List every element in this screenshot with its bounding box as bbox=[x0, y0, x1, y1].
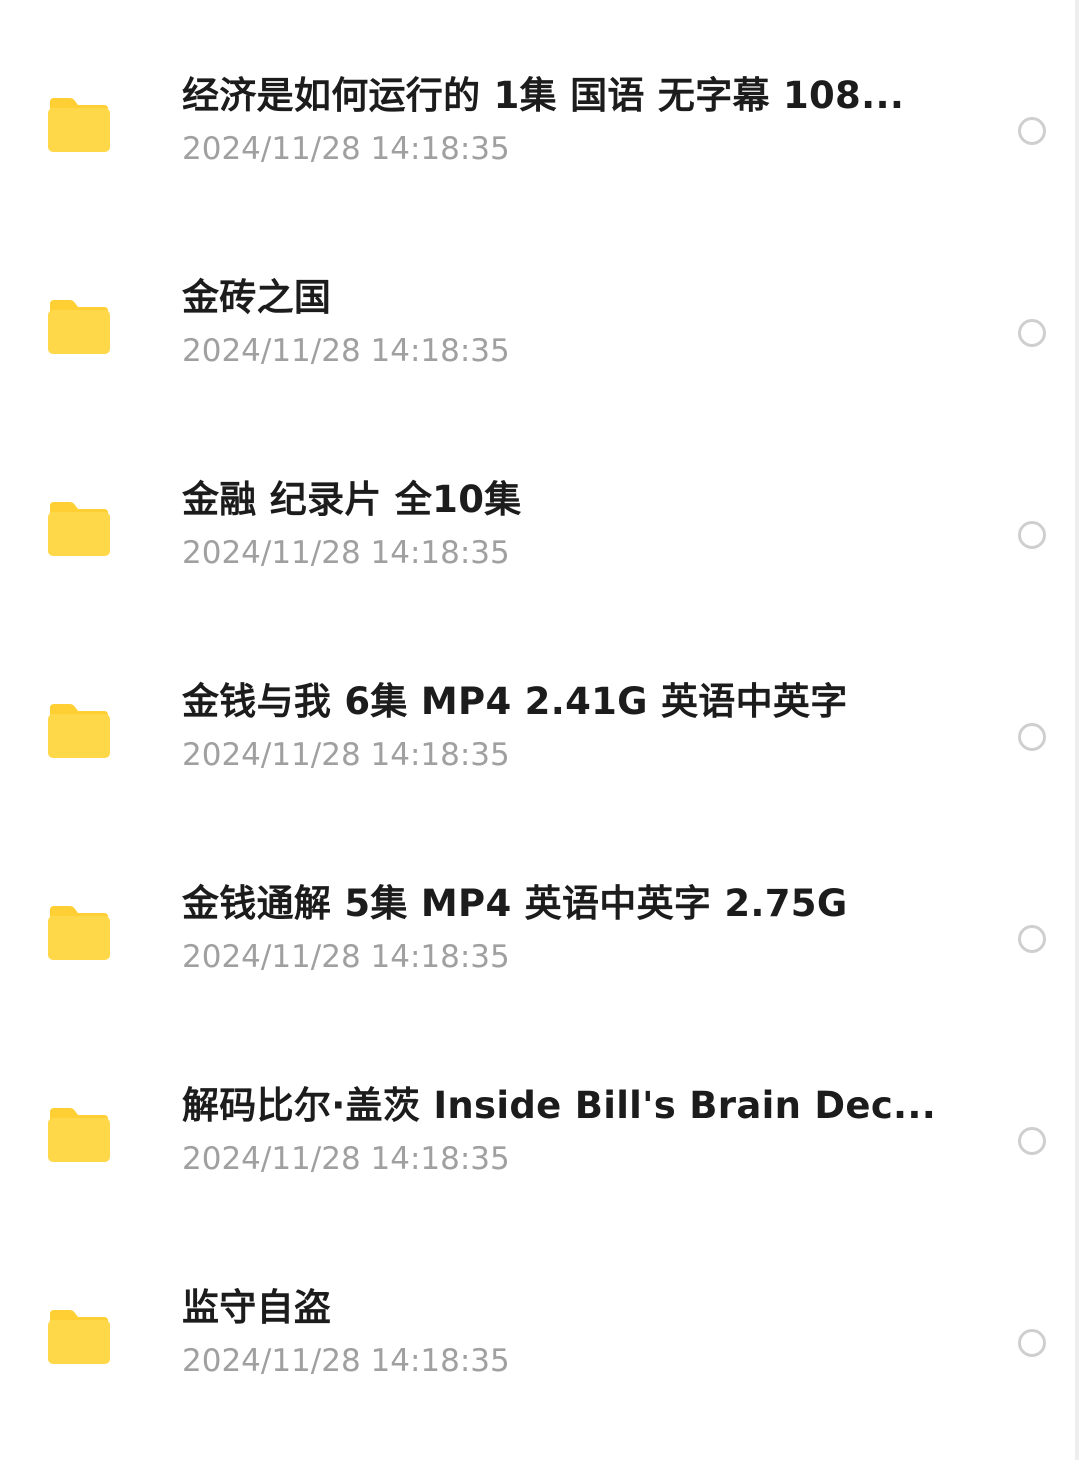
folder-icon bbox=[46, 1308, 110, 1366]
file-list-item[interactable]: 经济是如何运行的 1集 国语 无字幕 108... 2024/11/28 14:… bbox=[0, 26, 1075, 228]
folder-icon bbox=[46, 1106, 110, 1164]
file-info: 经济是如何运行的 1集 国语 无字幕 108... 2024/11/28 14:… bbox=[182, 69, 972, 169]
folder-icon bbox=[46, 96, 110, 154]
file-date: 2024/11/28 14:18:35 bbox=[182, 131, 510, 167]
file-date: 2024/11/28 14:18:35 bbox=[182, 1141, 510, 1177]
file-list-item[interactable]: 金钱与我 6集 MP4 2.41G 英语中英字 2024/11/28 14:18… bbox=[0, 632, 1075, 834]
file-name: 经济是如何运行的 1集 国语 无字幕 108... bbox=[182, 74, 905, 117]
select-radio-icon[interactable] bbox=[1018, 925, 1046, 953]
file-info: 金融 纪录片 全10集 2024/11/28 14:18:35 bbox=[182, 473, 972, 573]
file-list-item[interactable]: 金砖之国 2024/11/28 14:18:35 bbox=[0, 228, 1075, 430]
file-info: 金钱通解 5集 MP4 英语中英字 2.75G 2024/11/28 14:18… bbox=[182, 877, 972, 977]
file-info: 监守自盗 2024/11/28 14:18:35 bbox=[182, 1281, 972, 1381]
file-date: 2024/11/28 14:18:35 bbox=[182, 333, 510, 369]
file-date: 2024/11/28 14:18:35 bbox=[182, 1343, 510, 1379]
folder-icon bbox=[46, 298, 110, 356]
file-name: 金钱与我 6集 MP4 2.41G 英语中英字 bbox=[182, 680, 848, 723]
file-name: 解码比尔·盖茨 Inside Bill's Brain Dec... bbox=[182, 1084, 937, 1127]
folder-icon bbox=[46, 500, 110, 558]
file-list: 经济是如何运行的 1集 国语 无字幕 108... 2024/11/28 14:… bbox=[0, 26, 1075, 1440]
select-radio-icon[interactable] bbox=[1018, 319, 1046, 347]
file-name: 监守自盗 bbox=[182, 1286, 332, 1329]
file-name: 金钱通解 5集 MP4 英语中英字 2.75G bbox=[182, 882, 848, 925]
file-date: 2024/11/28 14:18:35 bbox=[182, 535, 510, 571]
file-date: 2024/11/28 14:18:35 bbox=[182, 939, 510, 975]
file-info: 金钱与我 6集 MP4 2.41G 英语中英字 2024/11/28 14:18… bbox=[182, 675, 972, 775]
right-edge-divider bbox=[1075, 0, 1079, 1460]
file-date: 2024/11/28 14:18:35 bbox=[182, 737, 510, 773]
select-radio-icon[interactable] bbox=[1018, 117, 1046, 145]
file-list-item[interactable]: 金钱通解 5集 MP4 英语中英字 2.75G 2024/11/28 14:18… bbox=[0, 834, 1075, 1036]
folder-icon bbox=[46, 904, 110, 962]
file-info: 解码比尔·盖茨 Inside Bill's Brain Dec... 2024/… bbox=[182, 1079, 972, 1179]
file-name: 金融 纪录片 全10集 bbox=[182, 478, 522, 521]
file-list-item[interactable]: 解码比尔·盖茨 Inside Bill's Brain Dec... 2024/… bbox=[0, 1036, 1075, 1238]
select-radio-icon[interactable] bbox=[1018, 1127, 1046, 1155]
folder-icon bbox=[46, 702, 110, 760]
file-list-item[interactable]: 金融 纪录片 全10集 2024/11/28 14:18:35 bbox=[0, 430, 1075, 632]
select-radio-icon[interactable] bbox=[1018, 1329, 1046, 1357]
file-list-item[interactable]: 监守自盗 2024/11/28 14:18:35 bbox=[0, 1238, 1075, 1440]
file-info: 金砖之国 2024/11/28 14:18:35 bbox=[182, 271, 972, 371]
select-radio-icon[interactable] bbox=[1018, 723, 1046, 751]
file-name: 金砖之国 bbox=[182, 276, 332, 319]
select-radio-icon[interactable] bbox=[1018, 521, 1046, 549]
